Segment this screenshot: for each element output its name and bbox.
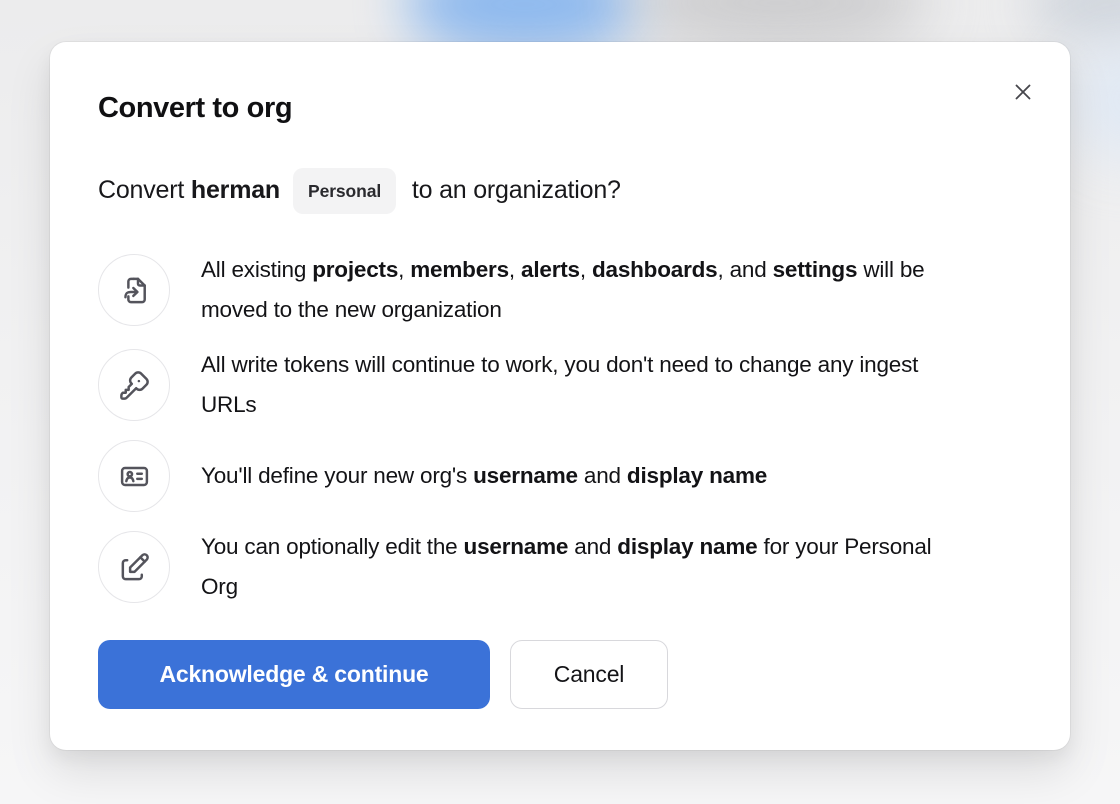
key-icon — [98, 349, 170, 421]
org-name: herman — [191, 176, 280, 204]
edit-icon — [98, 531, 170, 603]
question-prefix: Convert — [98, 176, 191, 204]
info-row: All existing projects, members, alerts, … — [98, 250, 1022, 330]
dialog-title: Convert to org — [98, 90, 1022, 126]
info-text: You'll define your new org's username an… — [201, 456, 767, 496]
convert-to-org-dialog: Convert to org Convert herman Personal to… — [50, 42, 1070, 750]
info-row: You can optionally edit the username and… — [98, 527, 1022, 607]
cancel-button[interactable]: Cancel — [510, 640, 668, 709]
info-row: All write tokens will continue to work, … — [98, 345, 1022, 425]
dialog-actions: Acknowledge & continue Cancel — [98, 640, 1022, 709]
dialog-question: Convert herman Personal to an organizatio… — [98, 168, 1022, 214]
acknowledge-continue-button[interactable]: Acknowledge & continue — [98, 640, 490, 709]
info-text: You can optionally edit the username and… — [201, 527, 961, 607]
background-blur-blob-gray — [628, 0, 928, 48]
background-blur-blob-corner — [1070, 40, 1120, 160]
info-row: You'll define your new org's username an… — [98, 440, 1022, 512]
info-text: All existing projects, members, alerts, … — [201, 250, 961, 330]
background-blur-blob-gray-right — [1030, 0, 1120, 44]
question-suffix: to an organization? — [405, 176, 621, 204]
close-icon[interactable] — [1003, 72, 1043, 112]
file-import-icon — [98, 254, 170, 326]
personal-badge: Personal — [293, 168, 396, 214]
info-list: All existing projects, members, alerts, … — [98, 250, 1022, 607]
info-text: All write tokens will continue to work, … — [201, 345, 961, 425]
id-card-icon — [98, 440, 170, 512]
